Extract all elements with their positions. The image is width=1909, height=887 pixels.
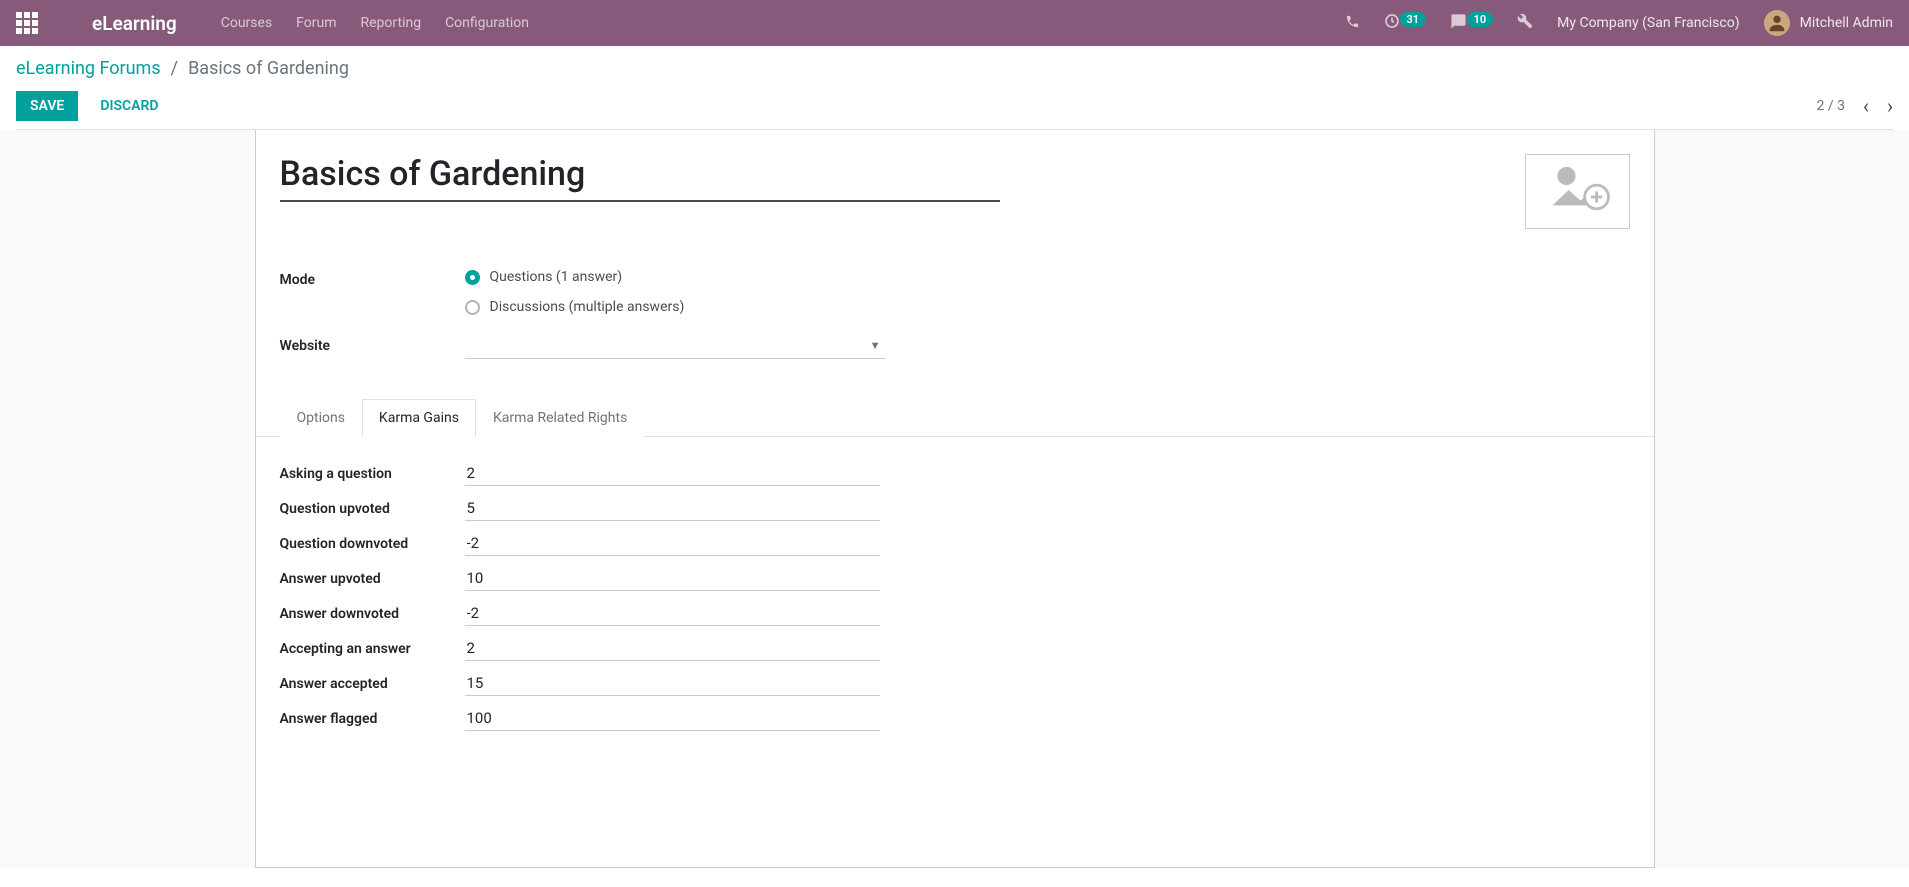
user-menu[interactable]: Mitchell Admin (1764, 10, 1893, 36)
activity-icon[interactable]: 31 (1384, 13, 1426, 33)
nav-forum[interactable]: Forum (296, 15, 336, 31)
mode-radio-questions-label: Questions (1 answer) (490, 269, 623, 285)
radio-icon (465, 300, 480, 315)
karma-gains-panel: Asking a question Question upvoted Quest… (280, 461, 1630, 731)
mode-radio-discussions[interactable]: Discussions (multiple answers) (465, 299, 1000, 315)
answer-upvoted-label: Answer upvoted (280, 571, 465, 587)
asking-question-input[interactable] (465, 461, 880, 486)
form-area: Mode Questions (1 answer) Discussions (m… (0, 130, 1909, 868)
pager-next-icon[interactable]: › (1887, 94, 1893, 118)
messages-badge: 10 (1467, 12, 1494, 27)
tab-options[interactable]: Options (280, 399, 362, 437)
app-brand[interactable]: eLearning (92, 12, 177, 35)
mode-label: Mode (280, 272, 465, 288)
apps-icon[interactable] (16, 12, 38, 34)
main-navbar: eLearning Courses Forum Reporting Config… (0, 0, 1909, 46)
tabs: Options Karma Gains Karma Related Rights (256, 399, 1654, 437)
mode-radio-questions[interactable]: Questions (1 answer) (465, 269, 1000, 285)
save-button[interactable]: SAVE (16, 91, 78, 121)
breadcrumb-parent[interactable]: eLearning Forums (16, 58, 161, 79)
answer-flagged-label: Answer flagged (280, 711, 465, 727)
question-upvoted-label: Question upvoted (280, 501, 465, 517)
breadcrumb-current: Basics of Gardening (188, 58, 349, 79)
chevron-down-icon: ▼ (870, 339, 881, 352)
nav-configuration[interactable]: Configuration (445, 15, 529, 31)
radio-icon (465, 270, 480, 285)
asking-question-label: Asking a question (280, 466, 465, 482)
answer-flagged-input[interactable] (465, 706, 880, 731)
user-name: Mitchell Admin (1800, 15, 1893, 31)
form-sheet: Mode Questions (1 answer) Discussions (m… (255, 130, 1655, 868)
control-bar: eLearning Forums / Basics of Gardening S… (0, 46, 1909, 130)
accepting-answer-label: Accepting an answer (280, 641, 465, 657)
pager-prev-icon[interactable]: ‹ (1863, 94, 1869, 118)
answer-upvoted-input[interactable] (465, 566, 880, 591)
question-downvoted-input[interactable] (465, 531, 880, 556)
mode-radio-discussions-label: Discussions (multiple answers) (490, 299, 685, 315)
company-selector[interactable]: My Company (San Francisco) (1557, 15, 1739, 31)
forum-name-input[interactable] (280, 154, 1000, 202)
nav-courses[interactable]: Courses (221, 15, 272, 31)
tab-karma-rights[interactable]: Karma Related Rights (476, 399, 644, 437)
answer-accepted-label: Answer accepted (280, 676, 465, 692)
answer-accepted-input[interactable] (465, 671, 880, 696)
tab-karma-gains[interactable]: Karma Gains (362, 399, 476, 437)
pager: 2 / 3 ‹ › (1817, 94, 1894, 118)
avatar (1764, 10, 1790, 36)
website-dropdown[interactable]: ▼ (465, 333, 885, 359)
image-placeholder-icon (1542, 160, 1612, 224)
image-uploader[interactable] (1525, 154, 1630, 229)
answer-downvoted-input[interactable] (465, 601, 880, 626)
tools-icon[interactable] (1517, 13, 1533, 33)
answer-downvoted-label: Answer downvoted (280, 606, 465, 622)
phone-icon[interactable] (1345, 14, 1360, 33)
activity-badge: 31 (1400, 12, 1427, 27)
nav-reporting[interactable]: Reporting (361, 15, 422, 31)
website-label: Website (280, 338, 465, 354)
breadcrumb-separator: / (171, 58, 178, 79)
accepting-answer-input[interactable] (465, 636, 880, 661)
breadcrumb: eLearning Forums / Basics of Gardening (16, 58, 1893, 79)
discard-button[interactable]: DISCARD (86, 91, 172, 121)
question-upvoted-input[interactable] (465, 496, 880, 521)
pager-text[interactable]: 2 / 3 (1817, 98, 1845, 114)
messages-icon[interactable]: 10 (1450, 13, 1493, 34)
question-downvoted-label: Question downvoted (280, 536, 465, 552)
